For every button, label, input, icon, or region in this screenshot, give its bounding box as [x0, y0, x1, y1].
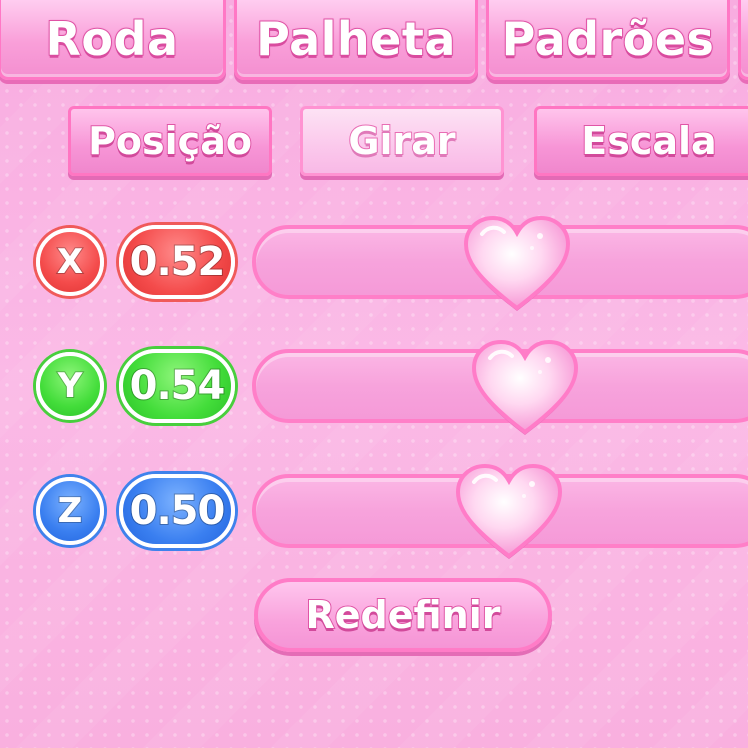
- subtab-label: Posição: [87, 118, 253, 164]
- reset-button[interactable]: Redefinir: [254, 578, 552, 652]
- axis-z-badge: Z: [36, 477, 104, 545]
- subtab-girar[interactable]: Girar: [300, 106, 504, 176]
- axis-x-value-text: 0.52: [129, 238, 227, 286]
- axis-z-value-text: 0.50: [129, 487, 227, 535]
- axis-x-value[interactable]: 0.52: [119, 225, 235, 299]
- reset-label: Redefinir: [305, 592, 502, 638]
- axis-x-label: X: [56, 241, 84, 283]
- heart-icon[interactable]: [452, 462, 566, 562]
- axis-y-badge: Y: [36, 352, 104, 420]
- axis-y-label: Y: [57, 365, 84, 407]
- tab-roda[interactable]: Roda: [0, 0, 226, 80]
- tab-label: Palheta: [255, 11, 456, 67]
- axis-z-label: Z: [57, 490, 84, 532]
- axis-y-value[interactable]: 0.54: [119, 349, 235, 423]
- tab-label: Roda: [45, 11, 180, 67]
- tab-overflow[interactable]: [738, 0, 748, 80]
- heart-icon[interactable]: [460, 214, 574, 314]
- axis-x-badge: X: [36, 228, 104, 296]
- tab-padroes[interactable]: Padrões: [486, 0, 730, 80]
- axis-y-value-text: 0.54: [129, 362, 227, 410]
- heart-icon[interactable]: [468, 338, 582, 438]
- subtab-escala[interactable]: Escala: [534, 106, 748, 176]
- tab-label: Padrões: [501, 11, 715, 67]
- subtab-label: Escala: [580, 118, 717, 164]
- tab-palheta[interactable]: Palheta: [234, 0, 478, 80]
- axis-z-value[interactable]: 0.50: [119, 474, 235, 548]
- subtab-posicao[interactable]: Posição: [68, 106, 272, 176]
- subtab-label: Girar: [347, 118, 456, 164]
